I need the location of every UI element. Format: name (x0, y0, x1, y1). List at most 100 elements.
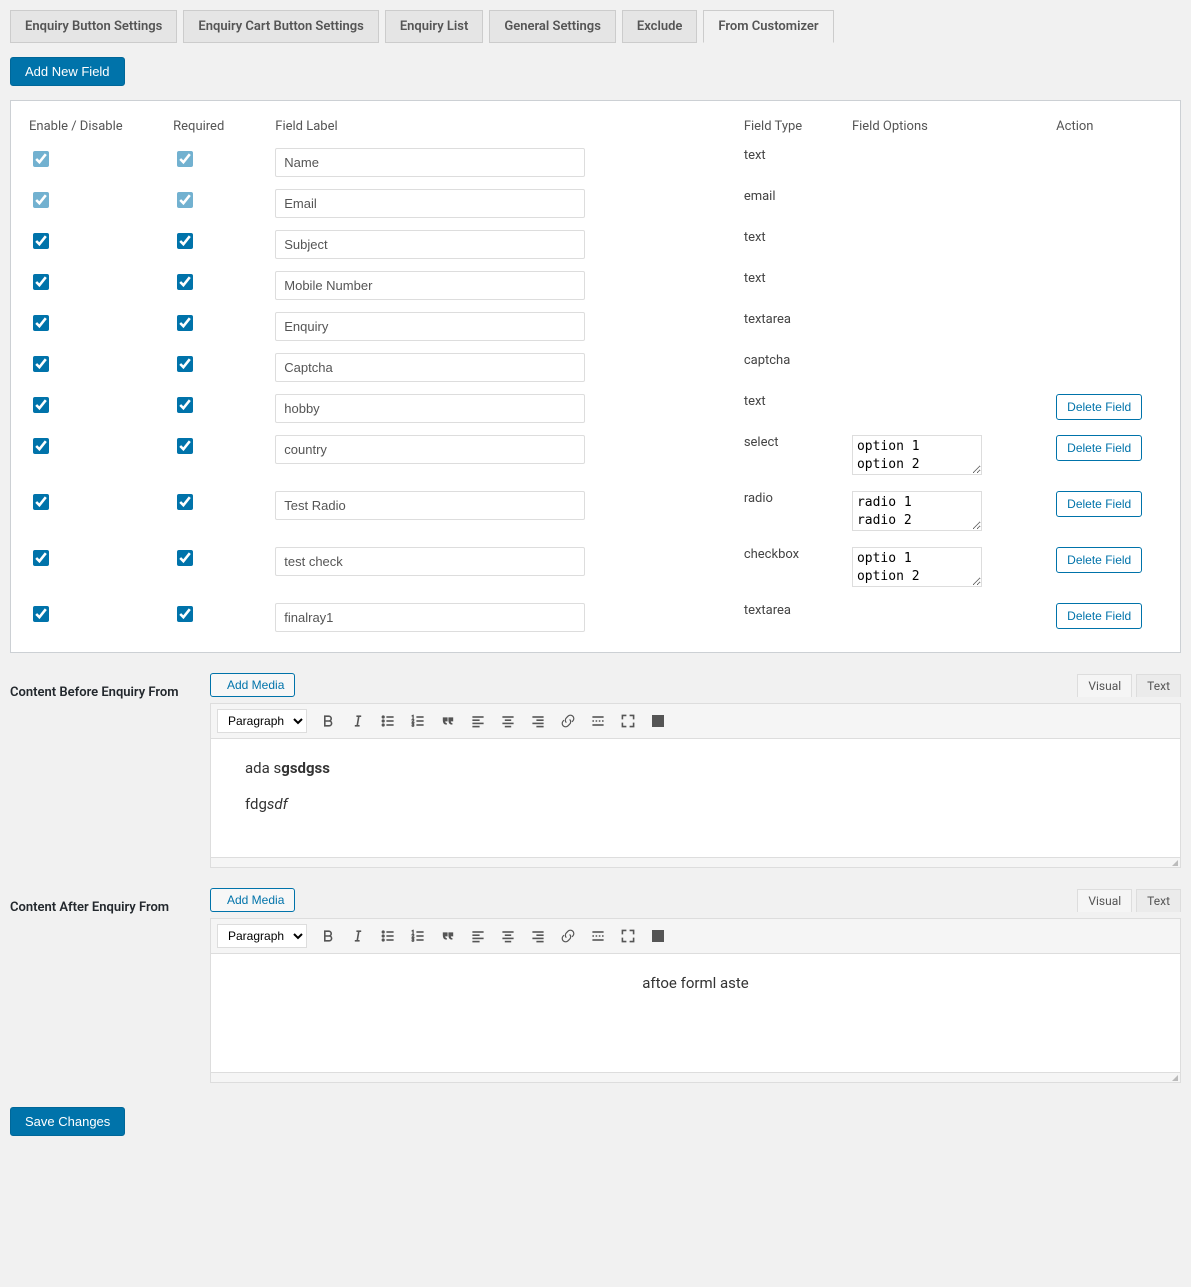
align-center-icon[interactable] (495, 708, 521, 734)
fullscreen-icon[interactable] (615, 708, 641, 734)
enable-checkbox[interactable] (33, 397, 49, 413)
link-icon[interactable] (555, 708, 581, 734)
resize-handle[interactable] (210, 1073, 1181, 1083)
table-row: text (23, 142, 1168, 183)
quote-icon[interactable] (435, 923, 461, 949)
italic-icon[interactable] (345, 923, 371, 949)
fullscreen-icon[interactable] (615, 923, 641, 949)
field-label-input[interactable] (275, 491, 585, 520)
add-new-field-button[interactable]: Add New Field (10, 57, 125, 86)
required-checkbox[interactable] (177, 397, 193, 413)
required-checkbox[interactable] (177, 274, 193, 290)
link-icon[interactable] (555, 923, 581, 949)
number-list-icon[interactable]: 123 (405, 708, 431, 734)
delete-field-button[interactable]: Delete Field (1056, 435, 1142, 461)
editor-body-before[interactable]: ada sgsdgss fdgsdf (210, 738, 1181, 858)
required-checkbox[interactable] (177, 233, 193, 249)
read-more-icon[interactable] (585, 923, 611, 949)
field-label-input[interactable] (275, 189, 585, 218)
editor-tab-visual-after[interactable]: Visual (1077, 889, 1132, 912)
editor-tab-visual-before[interactable]: Visual (1077, 674, 1132, 697)
delete-field-button[interactable]: Delete Field (1056, 547, 1142, 573)
tab-enquiry-cart-button-settings[interactable]: Enquiry Cart Button Settings (183, 10, 378, 43)
field-type: checkbox (738, 541, 846, 597)
align-right-icon[interactable] (525, 923, 551, 949)
required-checkbox[interactable] (177, 494, 193, 510)
required-checkbox[interactable] (177, 606, 193, 622)
field-label-input[interactable] (275, 394, 585, 423)
tab-enquiry-list[interactable]: Enquiry List (385, 10, 484, 43)
enable-checkbox[interactable] (33, 550, 49, 566)
toolbar-toggle-icon[interactable] (645, 923, 671, 949)
editor-tab-text-before[interactable]: Text (1136, 674, 1181, 697)
bullet-list-icon[interactable] (375, 923, 401, 949)
field-type: text (738, 388, 846, 429)
bold-icon[interactable] (315, 923, 341, 949)
enable-checkbox[interactable] (33, 274, 49, 290)
col-enable: Enable / Disable (23, 111, 167, 142)
field-label-input[interactable] (275, 312, 585, 341)
enable-checkbox[interactable] (33, 494, 49, 510)
number-list-icon[interactable]: 123 (405, 923, 431, 949)
enable-checkbox[interactable] (33, 233, 49, 249)
required-checkbox[interactable] (177, 151, 193, 167)
delete-field-button[interactable]: Delete Field (1056, 491, 1142, 517)
field-label-input[interactable] (275, 603, 585, 632)
field-type: textarea (738, 597, 846, 638)
tab-from-customizer[interactable]: From Customizer (703, 10, 833, 43)
field-label-input[interactable] (275, 353, 585, 382)
content-before-label: Content Before Enquiry From (10, 673, 210, 868)
enable-checkbox[interactable] (33, 151, 49, 167)
quote-icon[interactable] (435, 708, 461, 734)
editor-toolbar-after: Paragraph 123 (210, 918, 1181, 953)
field-label-input[interactable] (275, 547, 585, 576)
save-changes-button[interactable]: Save Changes (10, 1107, 125, 1136)
field-options-input[interactable] (852, 491, 982, 531)
col-required: Required (167, 111, 269, 142)
table-row: textarea Delete Field (23, 597, 1168, 638)
required-checkbox[interactable] (177, 550, 193, 566)
italic-icon[interactable] (345, 708, 371, 734)
required-checkbox[interactable] (177, 438, 193, 454)
enable-checkbox[interactable] (33, 438, 49, 454)
field-label-input[interactable] (275, 271, 585, 300)
resize-handle[interactable] (210, 858, 1181, 868)
bold-icon[interactable] (315, 708, 341, 734)
format-select[interactable]: Paragraph (217, 924, 307, 948)
required-checkbox[interactable] (177, 192, 193, 208)
field-type: text (738, 265, 846, 306)
enable-checkbox[interactable] (33, 606, 49, 622)
format-select[interactable]: Paragraph (217, 709, 307, 733)
add-media-after-button[interactable]: Add Media (210, 888, 295, 912)
bullet-list-icon[interactable] (375, 708, 401, 734)
add-media-before-button[interactable]: Add Media (210, 673, 295, 697)
align-center-icon[interactable] (495, 923, 521, 949)
delete-field-button[interactable]: Delete Field (1056, 394, 1142, 420)
editor-tab-text-after[interactable]: Text (1136, 889, 1181, 912)
required-checkbox[interactable] (177, 356, 193, 372)
enable-checkbox[interactable] (33, 192, 49, 208)
table-row: email (23, 183, 1168, 224)
editor-body-after[interactable]: aftoe forml aste (210, 953, 1181, 1073)
table-row: text Delete Field (23, 388, 1168, 429)
field-options-input[interactable] (852, 435, 982, 475)
align-left-icon[interactable] (465, 923, 491, 949)
field-type: text (738, 224, 846, 265)
field-label-input[interactable] (275, 148, 585, 177)
required-checkbox[interactable] (177, 315, 193, 331)
enable-checkbox[interactable] (33, 315, 49, 331)
toolbar-toggle-icon[interactable] (645, 708, 671, 734)
read-more-icon[interactable] (585, 708, 611, 734)
tab-exclude[interactable]: Exclude (622, 10, 698, 43)
field-label-input[interactable] (275, 435, 585, 464)
fields-panel: Enable / Disable Required Field Label Fi… (10, 100, 1181, 653)
tab-enquiry-button-settings[interactable]: Enquiry Button Settings (10, 10, 177, 43)
delete-field-button[interactable]: Delete Field (1056, 603, 1142, 629)
enable-checkbox[interactable] (33, 356, 49, 372)
align-right-icon[interactable] (525, 708, 551, 734)
field-type: radio (738, 485, 846, 541)
tab-general-settings[interactable]: General Settings (489, 10, 616, 43)
align-left-icon[interactable] (465, 708, 491, 734)
field-options-input[interactable] (852, 547, 982, 587)
field-label-input[interactable] (275, 230, 585, 259)
